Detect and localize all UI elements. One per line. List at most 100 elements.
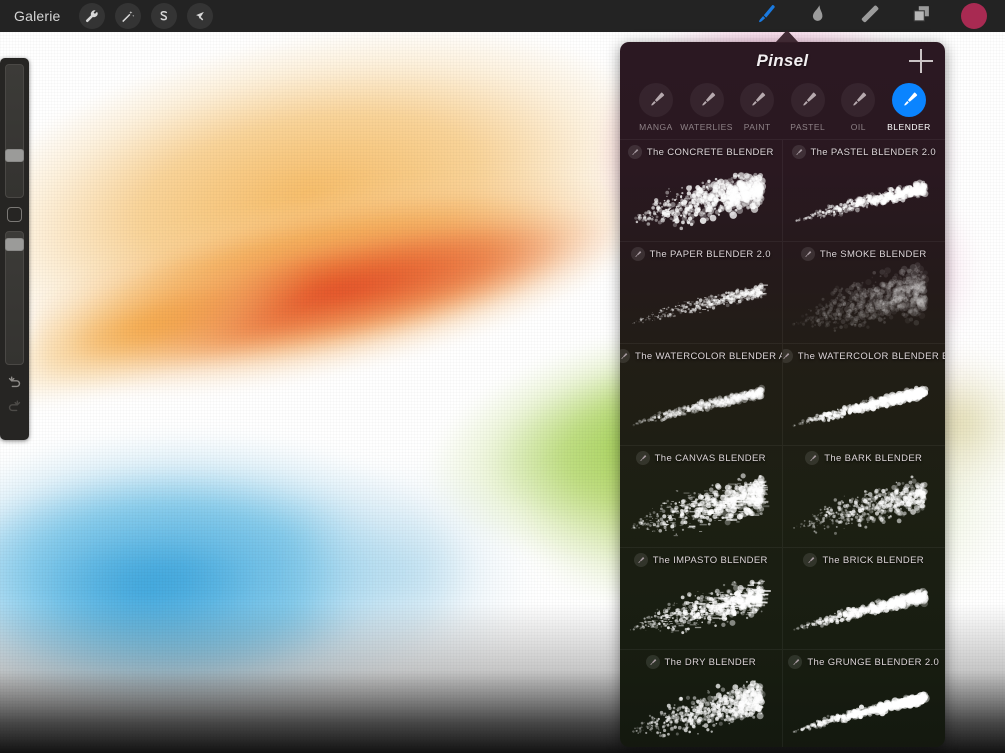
brush-item-label: The CONCRETE BLENDER [646,146,774,158]
brush-item-label: The PASTEL BLENDER 2.0 [810,146,936,158]
brush-stroke-preview [783,360,946,445]
brush-category-pastel[interactable]: PASTEL [785,83,831,132]
brush-item[interactable]: The BARK BLENDER [782,445,946,547]
undo-button[interactable] [4,373,26,395]
brush-stroke-preview [783,258,946,343]
brush-item-header: The SMOKE BLENDER [783,242,946,261]
brush-item-label: The WATERCOLOR BLENDER B [797,350,945,362]
brush-stroke-icon [791,145,806,159]
transform-button[interactable] [186,3,213,29]
brush-stroke-preview [620,258,782,343]
brush-item-label: The DRY BLENDER [664,656,756,668]
brush-stroke-icon [633,553,648,567]
brush-item[interactable]: The WATERCOLOR BLENDER A [620,343,783,445]
opacity-slider[interactable] [5,231,24,365]
magic-wand-icon [120,9,135,24]
brush-item-header: The IMPASTO BLENDER [620,548,782,567]
brush-item-header: The BRICK BLENDER [783,548,946,567]
brush-item[interactable]: The BRICK BLENDER [782,547,946,649]
brush-category-oil[interactable]: OIL [835,83,881,132]
category-label: BLENDER [887,122,931,132]
procreate-app: Galerie Pinsel MANGA WATERLIES PAINT PAS… [0,0,1005,753]
brush-item-header: The PAPER BLENDER 2.0 [620,242,782,261]
paint-tool-button[interactable] [753,3,779,29]
redo-icon [6,397,23,419]
brush-item-header: The BARK BLENDER [783,446,946,465]
category-brush-icon [689,83,724,117]
brush-stroke-icon [782,349,793,363]
brush-item-label: The BRICK BLENDER [822,554,924,566]
left-sidebar [0,58,29,440]
undo-icon [6,373,23,395]
add-brush-button[interactable] [909,49,933,73]
brush-item-label: The BARK BLENDER [824,452,923,464]
brush-item[interactable]: The WATERCOLOR BLENDER B [782,343,946,445]
category-brush-icon [891,83,926,117]
gallery-button[interactable]: Galerie [14,8,69,24]
brush-stroke-icon [788,655,803,669]
panel-title: Pinsel [756,51,809,70]
brush-stroke-icon [630,247,645,261]
brush-stroke-icon [800,247,815,261]
redo-button[interactable] [4,397,26,419]
brush-item[interactable]: The GRUNGE BLENDER 2.0 [782,649,946,747]
top-toolbar-right [753,3,1005,29]
brush-library-panel: Pinsel MANGA WATERLIES PAINT PASTEL OIL BLEND… [620,42,945,747]
brush-size-slider-handle[interactable] [5,149,24,162]
brush-item-header: The WATERCOLOR BLENDER B [782,344,945,363]
brush-item[interactable]: The SMOKE BLENDER [782,241,946,343]
brush-item-label: The GRUNGE BLENDER 2.0 [807,656,940,668]
brush-item-label: The SMOKE BLENDER [819,248,927,260]
brush-category-row: MANGA WATERLIES PAINT PASTEL OIL BLENDER [620,80,945,132]
brush-item[interactable]: The CONCRETE BLENDER [620,139,783,241]
brush-stroke-preview [620,666,782,747]
brush-item[interactable]: The IMPASTO BLENDER [620,547,783,649]
wrench-icon [84,9,99,24]
category-brush-icon [790,83,825,117]
category-brush-icon [740,83,775,117]
arrow-icon [192,9,207,24]
brush-item[interactable]: The PASTEL BLENDER 2.0 [782,139,945,241]
brush-item-header: The WATERCOLOR BLENDER A [620,344,782,363]
brush-stroke-preview [783,462,946,547]
brush-item[interactable]: The PAPER BLENDER 2.0 [620,241,783,343]
brush-item[interactable]: The DRY BLENDER [620,649,783,747]
brush-item-header: The DRY BLENDER [620,650,782,669]
brush-category-paint[interactable]: PAINT [734,83,780,132]
color-swatch[interactable] [961,3,987,29]
brush-category-waterlies[interactable]: WATERLIES [680,83,732,132]
category-label: PASTEL [790,122,826,132]
brush-stroke-icon [635,451,650,465]
category-label: OIL [850,122,866,132]
brush-item[interactable]: The CANVAS BLENDER [620,445,783,547]
layers-button[interactable] [909,3,935,29]
selection-button[interactable] [150,3,177,29]
smudge-tool-button[interactable] [805,3,831,29]
adjustments-button[interactable] [114,3,141,29]
erase-tool-button[interactable] [857,3,883,29]
s-curve-icon [156,9,171,24]
brush-stroke-icon [805,451,820,465]
brush-item-label: The PAPER BLENDER 2.0 [649,248,771,260]
brush-stroke-preview [620,360,782,445]
brush-category-blender[interactable]: BLENDER [886,83,932,132]
smudge-icon [807,3,829,30]
brush-panel-header: Pinsel [620,42,945,80]
paintbrush-icon [755,3,777,30]
opacity-slider-handle[interactable] [5,238,24,251]
modify-button[interactable] [7,207,22,222]
brush-category-manga[interactable]: MANGA [633,83,679,132]
brush-item-label: The IMPASTO BLENDER [652,554,768,566]
layers-icon [911,3,933,30]
brush-stroke-icon [645,655,660,669]
brush-stroke-preview [620,564,782,649]
category-label: MANGA [639,122,673,132]
brush-grid: The CONCRETE BLENDER The PASTEL BLENDER 2… [620,139,945,747]
actions-button[interactable] [78,3,105,29]
brush-stroke-icon [627,145,642,159]
brush-stroke-preview [620,156,782,241]
category-brush-icon [841,83,876,117]
brush-size-slider[interactable] [5,64,24,198]
brush-stroke-preview [783,666,946,747]
brush-stroke-icon [620,349,631,363]
